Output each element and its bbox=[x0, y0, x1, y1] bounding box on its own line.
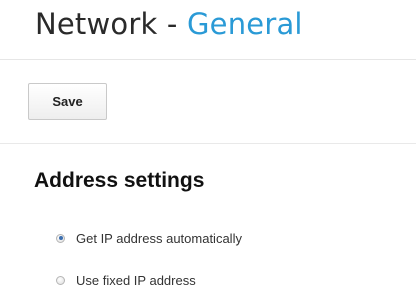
radio-option-get-ip-automatically[interactable]: Get IP address automatically bbox=[56, 228, 242, 248]
radio-option-use-fixed-ip[interactable]: Use fixed IP address bbox=[56, 270, 196, 290]
radio-label-use-fixed-ip: Use fixed IP address bbox=[76, 272, 196, 288]
toolbar-divider bbox=[0, 143, 416, 144]
radio-button-get-ip-automatically[interactable] bbox=[56, 233, 65, 243]
address-settings-heading: Address settings bbox=[34, 169, 205, 192]
page-title: Network - General bbox=[35, 4, 303, 44]
save-button[interactable]: Save bbox=[28, 83, 107, 120]
page-title-separator: - bbox=[166, 7, 178, 41]
radio-button-use-fixed-ip[interactable] bbox=[56, 275, 65, 285]
page-title-section: Network bbox=[35, 7, 158, 41]
page-title-subsection: General bbox=[187, 7, 303, 41]
radio-label-get-ip-automatically: Get IP address automatically bbox=[76, 230, 242, 246]
